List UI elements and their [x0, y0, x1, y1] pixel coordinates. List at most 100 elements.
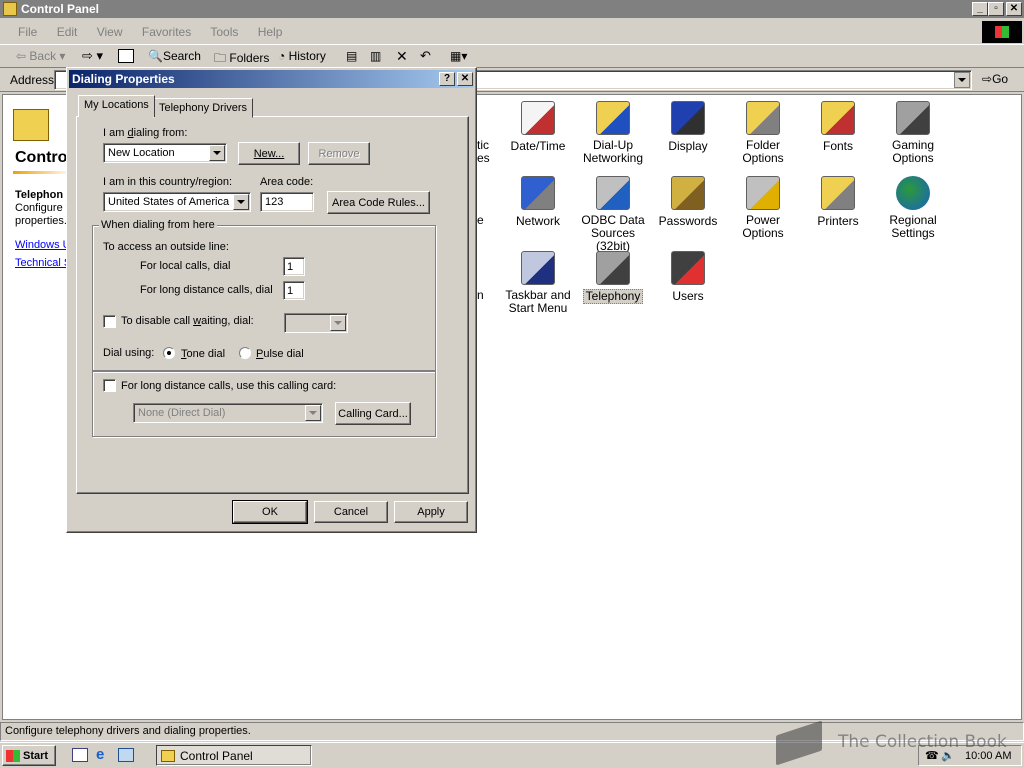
- odbc-icon: [596, 176, 630, 210]
- chevron-down-icon[interactable]: [233, 194, 249, 210]
- chevron-down-icon[interactable]: [330, 315, 346, 331]
- close-button[interactable]: ✕: [1006, 2, 1022, 16]
- control-panel-item[interactable]: Network: [498, 176, 578, 228]
- calling-card-button[interactable]: Calling Card...: [335, 402, 411, 425]
- menu-edit[interactable]: Edit: [57, 25, 78, 39]
- tone-dial-label[interactable]: Tone dial: [181, 348, 225, 360]
- when-dialing-label: When dialing from here: [99, 219, 217, 231]
- joystick-icon: [896, 101, 930, 135]
- menu-tools[interactable]: Tools: [210, 25, 238, 39]
- local-calls-label: For local calls, dial: [140, 260, 231, 272]
- control-panel-item-label: Telephony: [582, 289, 644, 304]
- control-panel-item[interactable]: Users: [648, 251, 728, 303]
- window-icon: [3, 2, 17, 16]
- taskbar-control-panel-button[interactable]: Control Panel: [156, 745, 312, 766]
- forward-button[interactable]: ⇨ ▾: [82, 48, 103, 64]
- area-code-rules-button[interactable]: Area Code Rules...: [327, 191, 430, 214]
- call-waiting-label: To disable call waiting, dial:: [121, 315, 254, 327]
- technical-support-link[interactable]: Technical S: [15, 257, 71, 269]
- menu-view[interactable]: View: [97, 25, 123, 39]
- disable-call-waiting-checkbox[interactable]: [103, 315, 116, 328]
- calling-card-label: For long distance calls, use this callin…: [121, 380, 339, 392]
- menu-bar: File Edit View Favorites Tools Help: [0, 21, 980, 43]
- remove-location-button[interactable]: Remove: [308, 142, 370, 165]
- book-icon: [776, 720, 822, 766]
- hidden-icon-label-3: e: [477, 213, 484, 227]
- network-icon: [521, 176, 555, 210]
- local-calls-input[interactable]: 1: [283, 257, 305, 276]
- area-code-input[interactable]: 123: [260, 192, 314, 212]
- new-location-button[interactable]: New...: [238, 142, 300, 165]
- control-panel-item-label: Regional Settings: [889, 213, 937, 240]
- search-icon: 🔍: [148, 49, 163, 63]
- tab-my-locations[interactable]: My Locations: [78, 95, 155, 117]
- views-icon[interactable]: ▦▾: [450, 49, 467, 63]
- country-combo[interactable]: United States of America: [103, 192, 251, 212]
- chevron-down-icon[interactable]: [209, 145, 225, 161]
- hidden-icon-label-1: tic: [477, 138, 489, 152]
- tone-dial-radio[interactable]: [163, 347, 175, 359]
- taskbar-icon: [521, 251, 555, 285]
- control-panel-item[interactable]: Dial-Up Networking: [573, 101, 653, 165]
- search-button[interactable]: 🔍Search: [148, 49, 201, 63]
- help-button[interactable]: ?: [439, 72, 455, 86]
- show-desktop-icon[interactable]: [72, 748, 88, 762]
- selected-item-desc-1: Configure t: [15, 202, 69, 214]
- ok-button[interactable]: OK: [232, 500, 308, 524]
- pulse-dial-label[interactable]: Pulse dial: [256, 348, 304, 360]
- restore-button[interactable]: ▫: [988, 2, 1004, 16]
- control-panel-item[interactable]: ODBC Data Sources (32bit): [573, 176, 653, 253]
- control-panel-item-label: Network: [515, 214, 560, 228]
- chevron-down-icon[interactable]: [305, 405, 321, 421]
- control-panel-item[interactable]: Regional Settings: [873, 176, 953, 240]
- minimize-button[interactable]: _: [972, 2, 988, 16]
- dialup-networking-icon: [596, 101, 630, 135]
- control-panel-item-label: Users: [672, 289, 704, 303]
- outside-line-label: To access an outside line:: [103, 241, 229, 253]
- address-dropdown[interactable]: [954, 72, 970, 88]
- control-panel-item[interactable]: Telephony: [573, 251, 653, 304]
- control-panel-item[interactable]: Display: [648, 101, 728, 153]
- dialog-title: Dialing Properties: [72, 72, 175, 86]
- control-panel-item[interactable]: Taskbar and Start Menu: [498, 251, 578, 315]
- go-button[interactable]: ⇨Go: [982, 72, 1008, 86]
- history-icon: ◔: [278, 49, 286, 63]
- cancel-button[interactable]: Cancel: [314, 501, 388, 523]
- windows-update-link[interactable]: Windows U: [15, 239, 71, 251]
- start-button[interactable]: Start: [2, 745, 56, 766]
- control-panel-item[interactable]: Passwords: [648, 176, 728, 228]
- hidden-icon-label-2: es: [477, 151, 490, 165]
- calling-card-checkbox[interactable]: [103, 379, 116, 392]
- apply-button[interactable]: Apply: [394, 501, 468, 523]
- call-waiting-combo[interactable]: [284, 313, 348, 333]
- control-panel-item[interactable]: Printers: [798, 176, 878, 228]
- control-panel-icon: [161, 749, 175, 762]
- location-combo[interactable]: New Location: [103, 143, 227, 163]
- control-panel-item[interactable]: Folder Options: [723, 101, 803, 165]
- calling-card-combo[interactable]: None (Direct Dial): [133, 403, 323, 423]
- delete-icon[interactable]: ✕: [396, 48, 408, 65]
- dialog-close-button[interactable]: ✕: [457, 72, 473, 86]
- up-folder-icon[interactable]: [118, 49, 134, 63]
- undo-icon[interactable]: ↶: [420, 48, 431, 64]
- outlook-express-icon[interactable]: [118, 748, 134, 762]
- tab-telephony-drivers[interactable]: Telephony Drivers: [153, 98, 254, 118]
- window-titlebar[interactable]: Control Panel: [0, 0, 1024, 18]
- menu-favorites[interactable]: Favorites: [142, 25, 191, 39]
- control-panel-item[interactable]: Gaming Options: [873, 101, 953, 165]
- control-panel-item[interactable]: Date/Time: [498, 101, 578, 153]
- menu-help[interactable]: Help: [258, 25, 283, 39]
- control-panel-item-label: Printers: [817, 214, 859, 228]
- internet-explorer-icon[interactable]: e: [96, 746, 104, 763]
- move-to-icon[interactable]: ▤: [346, 49, 357, 63]
- menu-file[interactable]: File: [18, 25, 37, 39]
- pulse-dial-radio[interactable]: [239, 347, 251, 359]
- back-button[interactable]: ⇦ Back ▾: [16, 49, 65, 63]
- long-distance-input[interactable]: 1: [283, 281, 305, 300]
- dialog-titlebar[interactable]: Dialing Properties: [69, 70, 474, 88]
- control-panel-item[interactable]: Power Options: [723, 176, 803, 240]
- control-panel-item-label: Date/Time: [510, 139, 566, 153]
- copy-to-icon[interactable]: ▥: [370, 49, 381, 63]
- control-panel-item[interactable]: Fonts: [798, 101, 878, 153]
- history-button[interactable]: ◔ History: [278, 49, 326, 63]
